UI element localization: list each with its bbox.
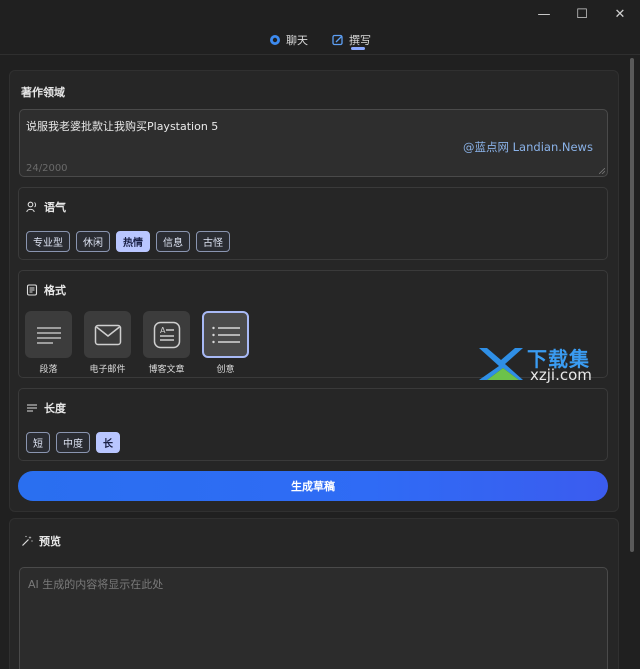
length-option-long[interactable]: 长: [96, 432, 120, 453]
format-title: 格式: [44, 284, 66, 297]
format-option-label: 博客文章: [148, 365, 185, 375]
tone-option-casual[interactable]: 休闲: [76, 231, 110, 252]
tone-option-enthusiastic[interactable]: 热情: [116, 231, 150, 252]
preview-placeholder: AI 生成的内容将显示在此处: [28, 578, 164, 591]
paragraph-icon: [36, 326, 61, 344]
tab-chat-label: 聊天: [286, 34, 308, 47]
compose-icon: [332, 34, 344, 46]
lines-icon: [27, 404, 37, 412]
format-option-label: 电子邮件: [89, 365, 126, 375]
length-option-short[interactable]: 短: [26, 432, 50, 453]
length-card: 长度 短 中度 长: [18, 388, 608, 461]
tone-options: 专业型 休闲 热情 信息 古怪: [26, 231, 230, 252]
format-option-label: 创意: [216, 365, 235, 375]
preview-output: AI 生成的内容将显示在此处: [19, 567, 608, 669]
format-header: 格式: [26, 282, 66, 298]
format-option-label: 段落: [39, 365, 58, 375]
blog-icon: A: [153, 321, 180, 348]
length-header: 长度: [26, 400, 66, 416]
document-icon: [26, 284, 38, 296]
blog-watermark: @蓝点网 Landian.News: [463, 140, 593, 154]
tone-option-informational[interactable]: 信息: [156, 231, 190, 252]
tab-compose[interactable]: 撰写: [332, 28, 371, 52]
format-options: 段落 电子邮件 A 博客文章 创意: [24, 311, 250, 375]
preview-title: 预览: [39, 535, 61, 548]
active-tab-indicator: [351, 47, 365, 50]
format-option-creative[interactable]: 创意: [201, 311, 250, 375]
length-options: 短 中度 长: [26, 432, 120, 453]
tone-option-quirky[interactable]: 古怪: [196, 231, 230, 252]
resize-handle-icon[interactable]: [599, 168, 605, 174]
tab-bar: 聊天 撰写: [0, 28, 640, 54]
scrollbar-thumb[interactable]: [630, 58, 634, 552]
format-option-email[interactable]: 电子邮件: [83, 311, 132, 375]
minimize-button[interactable]: —: [524, 0, 564, 28]
char-counter: 24/2000: [26, 163, 68, 174]
people-icon: [26, 201, 37, 213]
maximize-button[interactable]: ☐: [562, 0, 602, 28]
prompt-input-value: 说服我老婆批款让我购买Playstation 5: [26, 120, 219, 133]
tone-option-professional[interactable]: 专业型: [26, 231, 70, 252]
list-icon: [211, 326, 240, 343]
preview-header: 预览: [21, 533, 61, 549]
svg-text:A: A: [160, 326, 166, 335]
mail-icon: [94, 324, 121, 345]
format-option-paragraph[interactable]: 段落: [24, 311, 73, 375]
tone-title: 语气: [44, 201, 66, 214]
tone-header: 语气: [26, 199, 66, 215]
magic-wand-icon: [22, 535, 33, 546]
tab-chat[interactable]: 聊天: [269, 28, 308, 52]
tone-card: 语气 专业型 休闲 热情 信息 古怪: [18, 187, 608, 260]
generate-draft-button[interactable]: 生成草稿: [18, 471, 608, 501]
title-bar: — ☐ ✕: [0, 0, 640, 28]
field-title: 著作领域: [21, 86, 65, 99]
chat-icon: [269, 34, 281, 46]
close-button[interactable]: ✕: [600, 0, 640, 28]
length-option-medium[interactable]: 中度: [56, 432, 90, 453]
tab-compose-label: 撰写: [349, 34, 371, 47]
xzji-logo-icon: [479, 348, 523, 380]
format-option-blog[interactable]: A 博客文章: [142, 311, 191, 375]
length-title: 长度: [44, 402, 66, 415]
xzji-watermark-domain: xzji.com: [530, 366, 592, 384]
header-divider: [0, 54, 640, 55]
